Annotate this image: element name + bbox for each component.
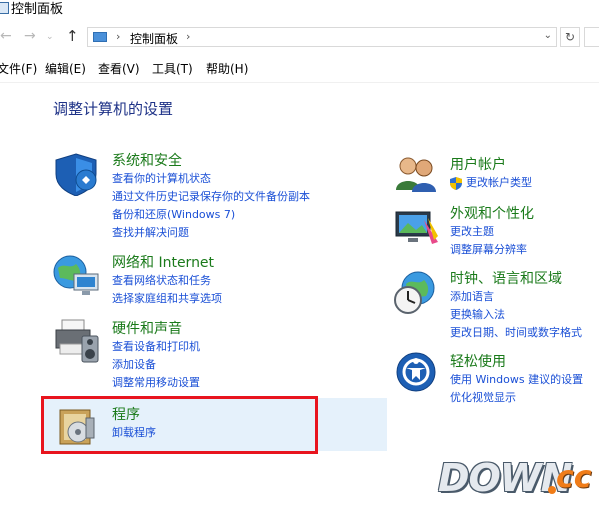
link-change-account-type[interactable]: 更改帐户类型: [450, 174, 532, 192]
link-add-language[interactable]: 添加语言: [450, 288, 582, 306]
link-change-input-method[interactable]: 更换输入法: [450, 306, 582, 324]
menu-divider: [0, 82, 599, 83]
navigation-bar: ← → ⌄ ↑ › 控制面板 › ⌄ ↻: [0, 24, 599, 50]
link-view-computer-status[interactable]: 查看你的计算机状态: [112, 170, 310, 188]
menu-bar: 文件(F) 编辑(E) 查看(V) 工具(T) 帮助(H): [0, 58, 599, 78]
link-troubleshoot[interactable]: 查找并解决问题: [112, 224, 310, 242]
link-optimize-visual[interactable]: 优化视觉显示: [450, 389, 583, 407]
link-add-device[interactable]: 添加设备: [112, 356, 200, 374]
control-panel-small-icon: [93, 32, 107, 42]
link-file-history-backup[interactable]: 通过文件历史记录保存你的文件备份副本: [112, 188, 310, 206]
control-panel-icon: [0, 2, 9, 14]
shield-icon: [55, 153, 97, 196]
address-bar[interactable]: › 控制面板 › ⌄: [87, 27, 557, 47]
breadcrumb-control-panel[interactable]: 控制面板: [130, 30, 178, 47]
refresh-button[interactable]: ↻: [560, 27, 580, 47]
link-date-time-format[interactable]: 更改日期、时间或数字格式: [450, 324, 582, 342]
link-backup-restore[interactable]: 备份和还原(Windows 7): [112, 206, 310, 224]
category-title-system-security[interactable]: 系统和安全: [112, 150, 310, 170]
network-globe-icon: [53, 255, 99, 295]
printer-speaker-icon: [55, 319, 99, 363]
menu-edit[interactable]: 编辑(E): [45, 60, 86, 77]
category-appearance-text: 外观和个性化 更改主题 调整屏幕分辨率: [450, 203, 534, 259]
category-title-user-accounts[interactable]: 用户帐户: [450, 154, 532, 174]
link-change-theme[interactable]: 更改主题: [450, 223, 534, 241]
forward-arrow-icon[interactable]: →: [24, 28, 36, 44]
watermark-suffix-text: cc: [556, 460, 592, 495]
category-title-clock-region[interactable]: 时钟、语言和区域: [450, 268, 582, 288]
annotation-highlight-box: [41, 396, 318, 454]
category-hardware-text: 硬件和声音 查看设备和打印机 添加设备 调整常用移动设置: [112, 318, 200, 392]
category-title-appearance[interactable]: 外观和个性化: [450, 203, 534, 223]
category-ease-text: 轻松使用 使用 Windows 建议的设置 优化视觉显示: [450, 351, 583, 407]
link-recommended-settings[interactable]: 使用 Windows 建议的设置: [450, 371, 583, 389]
window-title: 控制面板: [11, 2, 64, 17]
category-title-ease-of-access[interactable]: 轻松使用: [450, 351, 583, 371]
watermark-dot: [548, 486, 556, 494]
menu-view[interactable]: 查看(V): [98, 60, 140, 77]
breadcrumb-separator[interactable]: ›: [116, 30, 120, 43]
address-dropdown-icon[interactable]: ⌄: [544, 30, 552, 41]
back-arrow-icon[interactable]: ←: [0, 28, 12, 44]
link-mobility-settings[interactable]: 调整常用移动设置: [112, 374, 200, 392]
down-cc-watermark-logo: DOWN cc: [438, 456, 599, 502]
link-network-status[interactable]: 查看网络状态和任务: [112, 272, 222, 290]
clock-globe-icon: [394, 271, 435, 314]
category-title-hardware-sound[interactable]: 硬件和声音: [112, 318, 200, 338]
users-icon: [396, 157, 436, 192]
category-title-network[interactable]: 网络和 Internet: [112, 252, 222, 272]
title-bar: 控制面板: [0, 0, 599, 22]
category-users-text: 用户帐户 更改帐户类型: [450, 154, 532, 192]
category-clock-text: 时钟、语言和区域 添加语言 更换输入法 更改日期、时间或数字格式: [450, 268, 582, 342]
menu-tools[interactable]: 工具(T): [152, 60, 193, 77]
uac-shield-icon: [450, 177, 462, 190]
search-input[interactable]: [584, 27, 599, 47]
ease-of-access-icon: [396, 352, 436, 392]
category-network-text: 网络和 Internet 查看网络状态和任务 选择家庭组和共享选项: [112, 252, 222, 308]
link-screen-resolution[interactable]: 调整屏幕分辨率: [450, 241, 534, 259]
page-title: 调整计算机的设置: [53, 100, 174, 118]
up-arrow-icon[interactable]: ↑: [66, 27, 79, 45]
breadcrumb-separator-after[interactable]: ›: [186, 30, 190, 43]
appearance-monitor-icon: [395, 211, 438, 244]
category-system-security-text: 系统和安全 查看你的计算机状态 通过文件历史记录保存你的文件备份副本 备份和还原…: [112, 150, 310, 242]
menu-help[interactable]: 帮助(H): [206, 60, 248, 77]
link-devices-printers[interactable]: 查看设备和打印机: [112, 338, 200, 356]
link-homegroup-sharing[interactable]: 选择家庭组和共享选项: [112, 290, 222, 308]
recent-dropdown-icon[interactable]: ⌄: [46, 32, 54, 42]
menu-file[interactable]: 文件(F): [0, 60, 37, 77]
link-change-account-type-label[interactable]: 更改帐户类型: [466, 176, 532, 189]
